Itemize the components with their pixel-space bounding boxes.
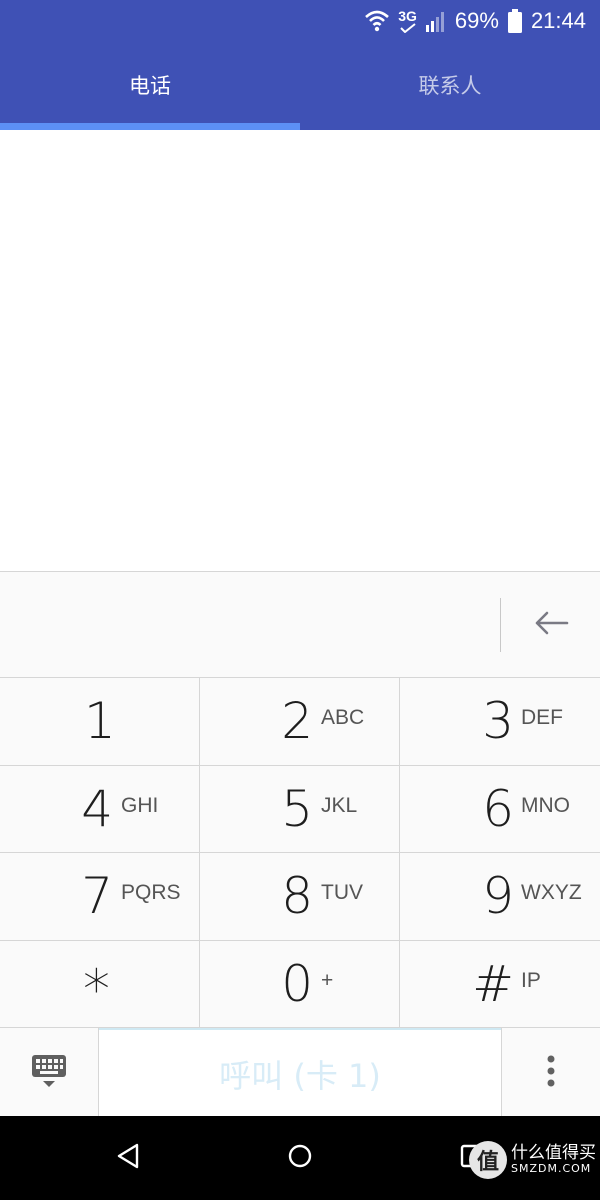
key-4[interactable]: 4 GHI xyxy=(0,765,200,853)
key-letters: DEF xyxy=(521,706,563,729)
backspace-icon xyxy=(533,610,569,640)
key-digit: 3 xyxy=(482,692,514,750)
key-letters: JKL xyxy=(321,793,358,817)
key-letters: GHI xyxy=(121,793,159,817)
keyboard-toggle-button[interactable] xyxy=(0,1028,99,1117)
key-9[interactable]: 9 WXYZ xyxy=(400,853,600,941)
key-digit: 8 xyxy=(281,867,313,925)
more-options-button[interactable] xyxy=(501,1028,600,1117)
tab-indicator xyxy=(0,123,300,130)
key-digit: 4 xyxy=(81,779,113,838)
tab-contacts[interactable]: 联系人 xyxy=(300,40,600,130)
app-bar: 3G 69% 21:44 电话 联系人 xyxy=(0,0,600,130)
watermark-en: SMZDM.COM xyxy=(511,1162,592,1176)
key-letters: ABC xyxy=(321,706,365,729)
tab-phone-label: 电话 xyxy=(129,74,171,98)
tab-phone[interactable]: 电话 xyxy=(0,40,300,130)
key-digit: 1 xyxy=(84,692,116,750)
tab-bar: 电话 联系人 xyxy=(0,40,600,130)
number-display[interactable] xyxy=(20,592,480,656)
backspace-button[interactable] xyxy=(502,572,600,677)
dialpad-keys: 1 2 ABC 3 DEF 4 GHI 5 JKL 6 MNO 7 PQRS 8… xyxy=(0,678,600,1028)
call-log-area xyxy=(0,130,600,571)
status-bar: 3G 69% 21:44 xyxy=(0,0,600,40)
key-5[interactable]: 5 JKL xyxy=(200,765,400,853)
dialpad: 1 2 ABC 3 DEF 4 GHI 5 JKL 6 MNO 7 PQRS 8… xyxy=(0,571,600,1117)
tab-contacts-label: 联系人 xyxy=(418,74,482,98)
network-type: 3G xyxy=(398,8,417,24)
key-letters: WXYZ xyxy=(521,881,582,904)
nav-home-button[interactable] xyxy=(278,1136,322,1180)
key-0[interactable]: 0 + xyxy=(200,940,400,1028)
key-digit: 5 xyxy=(281,779,313,838)
navigation-bar: 值 什么值得买 SMZDM.COM xyxy=(0,1116,600,1200)
key-digit: 6 xyxy=(482,779,514,838)
battery-icon xyxy=(507,8,523,34)
signal-icon xyxy=(425,9,447,33)
key-letters: + xyxy=(321,968,334,992)
home-icon xyxy=(286,1142,314,1174)
back-icon xyxy=(114,1141,142,1175)
key-6[interactable]: 6 MNO xyxy=(400,766,600,853)
key-letters: MNO xyxy=(521,793,570,817)
key-digit: 9 xyxy=(482,867,514,925)
keyboard-icon xyxy=(29,1051,69,1095)
key-7[interactable]: 7 PQRS xyxy=(0,853,200,941)
key-letters: PQRS xyxy=(121,881,181,904)
key-hash[interactable]: # IP xyxy=(400,941,600,1028)
key-2[interactable]: 2 ABC xyxy=(200,678,400,766)
wifi-icon xyxy=(364,8,390,34)
watermark-cn: 什么值得买 xyxy=(511,1143,596,1164)
clock: 21:44 xyxy=(530,8,586,33)
call-button-label: 呼叫 (卡 1) xyxy=(219,1056,381,1095)
network-3g-icon: 3G xyxy=(398,9,417,33)
key-digit: # xyxy=(472,954,514,1013)
nav-back-button[interactable] xyxy=(106,1136,150,1180)
number-row xyxy=(0,572,600,678)
more-vert-icon xyxy=(546,1054,556,1092)
watermark: 值 什么值得买 SMZDM.COM xyxy=(469,1138,596,1182)
key-3[interactable]: 3 DEF xyxy=(400,678,600,766)
status-icons: 3G 69% 21:44 xyxy=(364,4,586,38)
dialer-actions: 呼叫 (卡 1) xyxy=(0,1028,600,1117)
key-digit: 2 xyxy=(281,692,313,750)
divider xyxy=(500,598,501,652)
key-1[interactable]: 1 xyxy=(0,678,200,766)
key-letters: IP xyxy=(521,968,541,992)
watermark-badge: 值 xyxy=(469,1141,507,1179)
key-digit: 7 xyxy=(81,867,113,925)
key-digit: 0 xyxy=(281,954,313,1013)
key-star[interactable]: * xyxy=(0,940,200,1028)
key-letters: TUV xyxy=(321,881,363,904)
key-8[interactable]: 8 TUV xyxy=(200,853,400,941)
key-digit: * xyxy=(83,957,110,1021)
battery-percent: 69% xyxy=(454,8,499,33)
call-button[interactable]: 呼叫 (卡 1) xyxy=(99,1028,501,1117)
